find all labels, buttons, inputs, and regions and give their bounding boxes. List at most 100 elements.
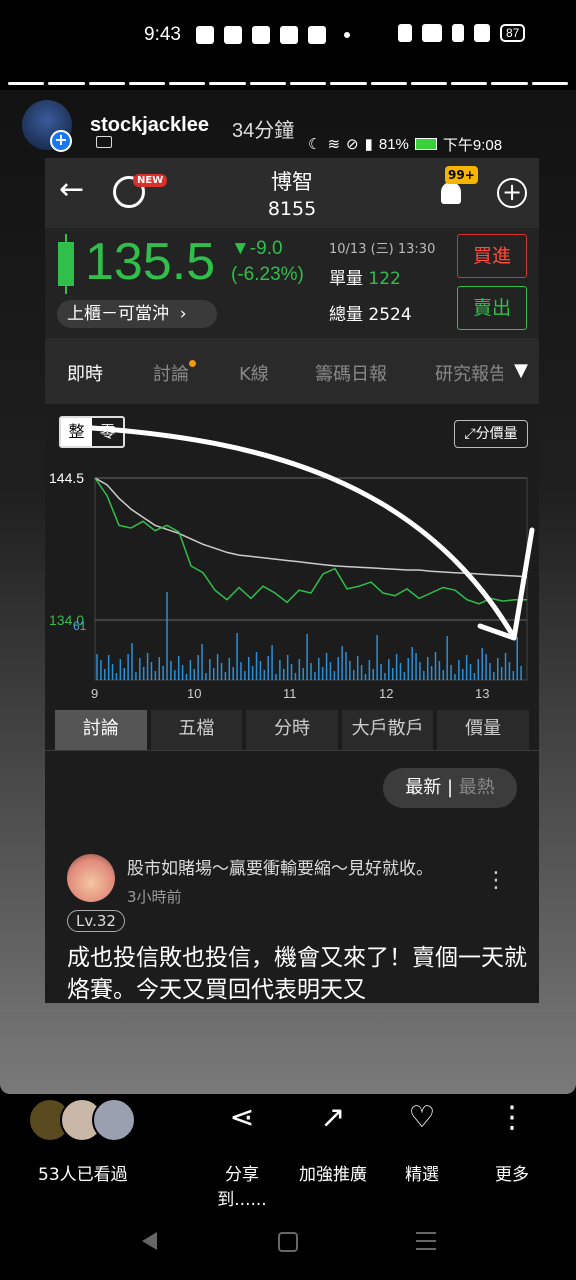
main-tabs: 即時 討論 K線 籌碼日報 研究報告 ▼ [45, 338, 539, 404]
tab-discussion[interactable]: 討論 [153, 360, 189, 386]
subtab-five-levels[interactable]: 五檔 [150, 710, 243, 750]
notification-count-badge: 99+ [445, 166, 478, 184]
boost-label: 加強推廣 [299, 1165, 367, 1185]
heart-badge-icon: ♡ [408, 1100, 436, 1135]
viewers-count[interactable]: 53人已看過 [38, 1160, 128, 1185]
post-author-signature: 股市如賭場～贏要衝輸要縮～見好就收。 [127, 859, 433, 879]
price-series-line [94, 477, 528, 578]
market-pill[interactable]: 上櫃－可當沖 › [57, 300, 217, 328]
x-tick-label: 13 [475, 686, 489, 701]
sort-separator: | [446, 777, 454, 798]
post-avatar[interactable] [67, 854, 115, 902]
share-icon: ⋖ [229, 1100, 255, 1135]
unit-volume-row: 單量 122 [329, 264, 401, 289]
post-time: 3小時前 [127, 888, 182, 906]
subtab-big-small-holders[interactable]: 大戶散戶 [341, 710, 434, 750]
story-progress [8, 82, 568, 85]
tab-research[interactable]: 研究報告 [435, 360, 507, 386]
app-icon [308, 26, 326, 44]
x-tick-label: 11 [283, 686, 297, 701]
trending-icon: ↗ [320, 1100, 346, 1135]
discord-icon [196, 26, 214, 44]
system-nav-bar [0, 1206, 576, 1280]
y-tick-label: 134.0 [49, 612, 84, 628]
tab-chip-daily[interactable]: 籌碼日報 [315, 360, 387, 386]
x-tick-label: 12 [379, 686, 393, 701]
tab-dropdown-icon[interactable]: ▼ [503, 338, 539, 404]
battery-icon: 87 [500, 24, 526, 42]
expand-icon: ⤢ [464, 426, 476, 442]
inner-time: 下午9:08 [442, 136, 503, 154]
toggle-odd[interactable]: 零 [92, 418, 123, 446]
wifi-icon [422, 24, 442, 42]
story-username[interactable]: stockjacklee [90, 114, 209, 137]
battery-icon [414, 138, 437, 150]
candle-icon [58, 234, 74, 294]
subtab-discussion[interactable]: 討論 [55, 710, 147, 750]
share-action[interactable]: ⋖ 分享到...... [202, 1098, 282, 1210]
nav-recents-icon[interactable] [416, 1232, 436, 1250]
share-label: 分享到...... [217, 1165, 267, 1210]
more-label: 更多 [495, 1165, 529, 1185]
bell-icon[interactable] [441, 182, 461, 204]
x-tick-label: 10 [187, 686, 201, 701]
y-tick-label: 144.5 [49, 470, 84, 486]
boost-action[interactable]: ↗ 加強推廣 [296, 1098, 370, 1185]
notification-icons [196, 26, 350, 44]
chart-svg: 144.5 134.061 9 10 11 12 13 [49, 470, 528, 701]
market-label: 上櫃－可當沖 [67, 304, 169, 324]
sell-button[interactable]: 賣出 [457, 286, 527, 330]
toggle-whole[interactable]: 整 [61, 418, 92, 446]
shopping-icon [280, 26, 298, 44]
unit-volume: 122 [368, 269, 401, 289]
chart-frame [94, 477, 528, 681]
line-icon [252, 26, 270, 44]
sort-hottest[interactable]: 最熱 [459, 777, 495, 798]
viewer-avatars[interactable] [28, 1098, 138, 1144]
telegram-icon [224, 26, 242, 44]
price-volume-button[interactable]: ⤢分價量 [454, 420, 528, 448]
story-posted-ago: 34分鐘 [232, 120, 295, 142]
subtab-minute[interactable]: 分時 [246, 710, 338, 750]
featured-action[interactable]: ♡ 精選 [398, 1098, 446, 1185]
sort-latest[interactable]: 最新 [405, 777, 441, 798]
sub-tabs: 討論 五檔 分時 大戶散戶 價量 [45, 710, 539, 750]
whole-odd-toggle[interactable]: 整 零 [59, 416, 125, 448]
price-change-pct: (-6.23%) [231, 264, 304, 285]
post-body: 成也投信敗也投信，機會又來了！賣個一天就烙賽。今天又買回代表明天又 [67, 945, 527, 1003]
post-more-icon[interactable]: ⋮ [485, 868, 507, 893]
user-level-badge: Lv.32 [67, 910, 125, 932]
price-volume-label: 分價量 [475, 426, 518, 442]
volte-icon [452, 24, 464, 42]
image-icon [96, 136, 112, 148]
more-icon: ⋮ [497, 1100, 527, 1135]
x-tick-label: 9 [91, 686, 98, 701]
wifi-icon: ≋ [327, 136, 341, 153]
more-action[interactable]: ⋮ 更多 [490, 1098, 534, 1185]
status-bar: 9:43 87 [0, 0, 576, 76]
viewer-avatar [92, 1098, 136, 1142]
follow-plus-icon[interactable]: + [50, 130, 72, 152]
quote-time: 10/13 (三) 13:30 [329, 242, 436, 257]
divider [45, 750, 539, 751]
mute-icon [398, 24, 412, 42]
tab-kline[interactable]: K線 [239, 360, 269, 386]
signal-icon [474, 24, 490, 42]
add-watchlist-icon[interactable]: + [497, 178, 527, 208]
more-notifications-icon [344, 32, 350, 38]
total-volume: 2524 [368, 305, 412, 325]
intraday-chart: 整 零 ⤢分價量 144.5 134.0 61 9 10 11 12 13 [45, 404, 539, 704]
total-volume-row: 總量 2524 [329, 300, 412, 325]
chevron-right-icon: › [174, 304, 187, 324]
subtab-price-volume[interactable]: 價量 [437, 710, 529, 750]
inner-status-bar: ☾ ≋ ⊘ ▮ 81% 下午9:08 [308, 130, 538, 158]
tab-realtime[interactable]: 即時 [67, 360, 103, 386]
quote-panel: 135.5 ▼-9.0 (-6.23%) 10/13 (三) 13:30 單量 … [45, 228, 539, 338]
nav-home-icon[interactable] [278, 1232, 298, 1252]
stock-app-screenshot: ← NEW 博智 8155 99+ + 135.5 ▼-9.0 (-6.23%)… [45, 158, 539, 1003]
price-change: ▼-9.0 [231, 238, 283, 259]
nav-back-icon[interactable] [142, 1232, 157, 1250]
sort-toggle[interactable]: 最新 | 最熱 [383, 768, 517, 808]
unread-dot [189, 360, 196, 367]
buy-button[interactable]: 買進 [457, 234, 527, 278]
